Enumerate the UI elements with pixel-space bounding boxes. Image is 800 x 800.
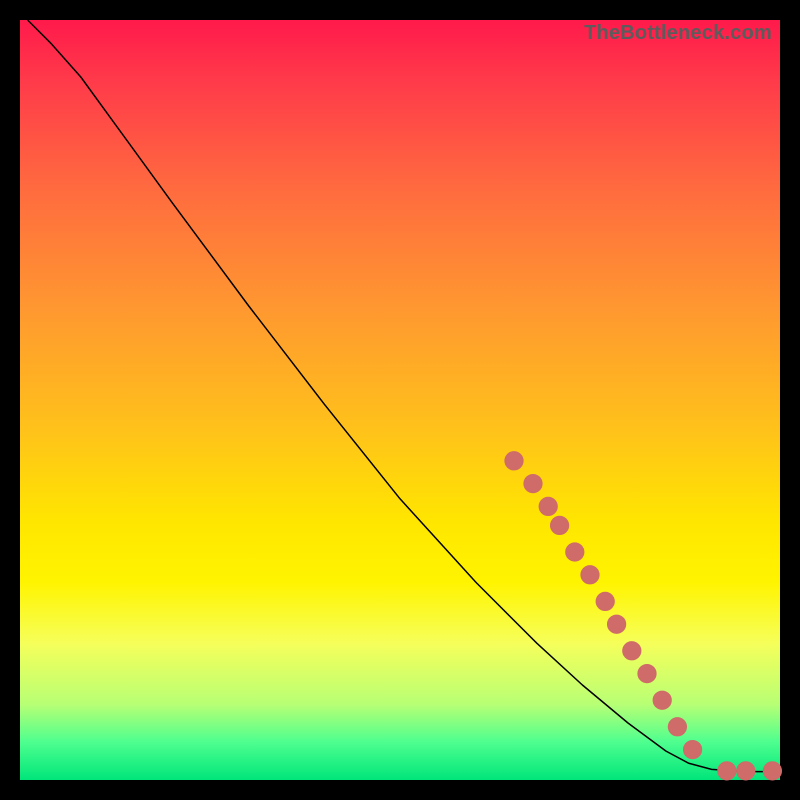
- data-marker: [524, 474, 542, 492]
- data-marker: [653, 691, 671, 709]
- data-marker: [607, 615, 625, 633]
- data-marker: [539, 497, 557, 515]
- data-marker: [718, 762, 736, 780]
- data-marker: [763, 762, 781, 780]
- bottleneck-curve: [28, 20, 780, 772]
- data-marker: [668, 718, 686, 736]
- chart-overlay: [20, 20, 780, 780]
- data-marker: [683, 740, 701, 758]
- data-marker: [638, 664, 656, 682]
- data-marker: [737, 762, 755, 780]
- chart-stage: TheBottleneck.com: [0, 0, 800, 800]
- data-marker: [596, 592, 614, 610]
- marker-group: [505, 452, 782, 780]
- data-marker: [550, 516, 568, 534]
- data-marker: [581, 566, 599, 584]
- data-marker: [566, 543, 584, 561]
- data-marker: [505, 452, 523, 470]
- data-marker: [623, 642, 641, 660]
- chart-plot-area: TheBottleneck.com: [20, 20, 780, 780]
